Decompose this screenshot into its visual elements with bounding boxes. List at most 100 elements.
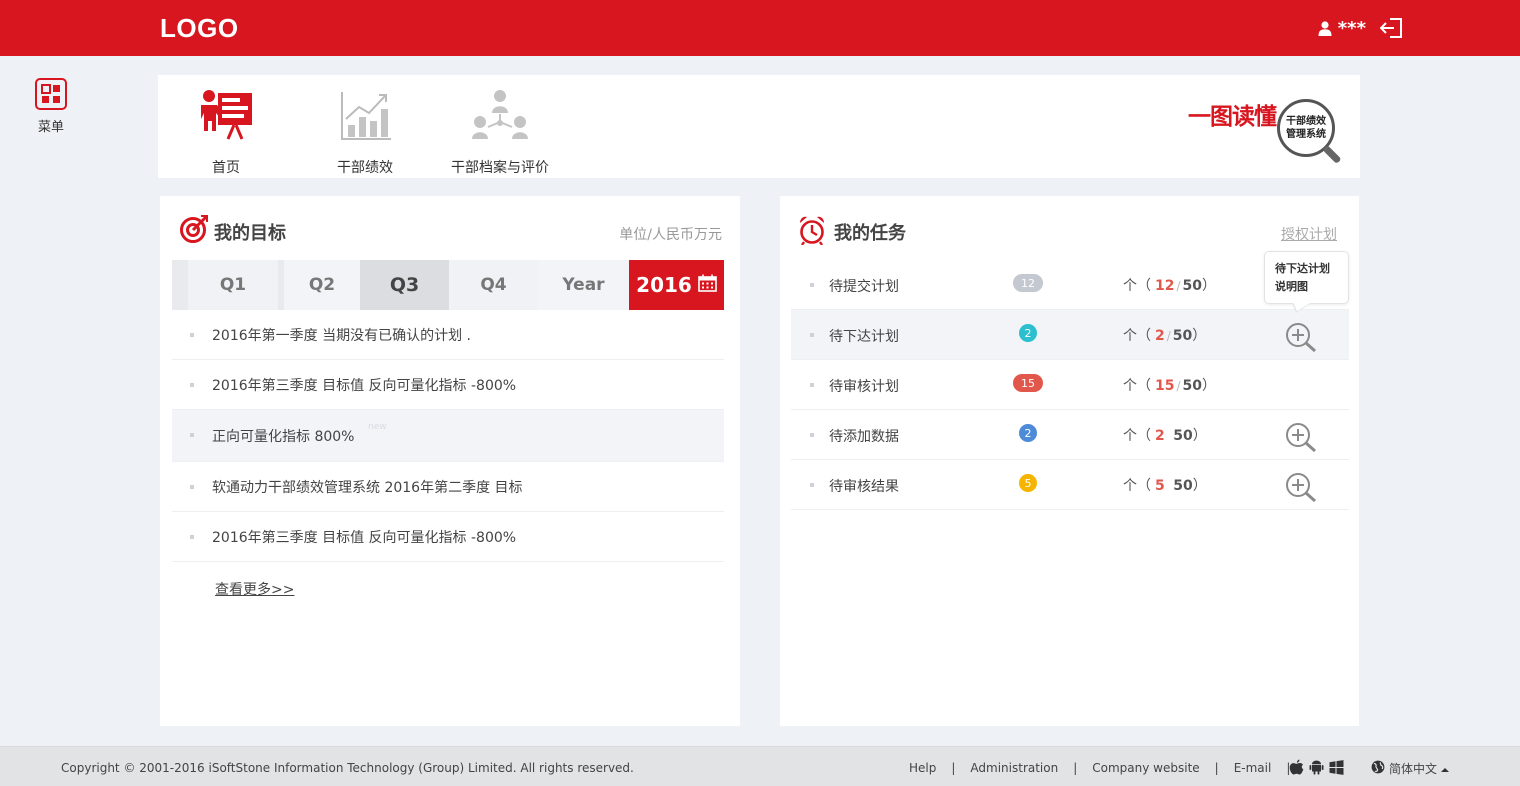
goal-item[interactable]: 软通动力干部绩效管理系统 2016年第二季度 目标 bbox=[172, 462, 724, 512]
tooltip-line-1: 待下达计划 bbox=[1275, 262, 1330, 275]
tab-q2[interactable]: Q2 bbox=[278, 260, 360, 310]
see-more-link[interactable]: 查看更多>> bbox=[215, 579, 294, 599]
nav-label-archive: 干部档案与评价 bbox=[451, 160, 549, 176]
task-count: 个（ 12/50） bbox=[1123, 275, 1216, 295]
task-name: 待下达计划 bbox=[829, 329, 899, 345]
count-total: 50 bbox=[1182, 378, 1203, 394]
language-label: 简体中文 bbox=[1389, 762, 1438, 776]
count-separator: / bbox=[1176, 279, 1181, 293]
task-badge: 2 bbox=[1019, 424, 1037, 442]
task-count: 个（ 5 50） bbox=[1123, 475, 1207, 495]
caret-up-icon bbox=[1441, 762, 1450, 776]
administration-link[interactable]: Administration bbox=[970, 761, 1058, 775]
bar-chart-icon bbox=[328, 87, 402, 145]
zoom-in-icon[interactable] bbox=[1285, 422, 1317, 456]
goal-item[interactable]: 2016年第三季度 目标值 反向可量化指标 -800% bbox=[172, 360, 724, 410]
tab-q3[interactable]: Q3 bbox=[360, 260, 449, 310]
tasks-panel: 我的任务 授权计划 待提交计划 12 个（ 12/50） 待下达计划 2 个（ 2/… bbox=[780, 196, 1359, 726]
zoom-in-icon[interactable] bbox=[1285, 472, 1317, 506]
presentation-icon bbox=[198, 87, 254, 145]
goal-item[interactable]: 正向可量化指标 800% new bbox=[172, 410, 724, 462]
goal-text: 2016年第三季度 目标值 反向可量化指标 -800% bbox=[212, 529, 517, 546]
goal-text: 软通动力干部绩效管理系统 2016年第二季度 目标 bbox=[212, 479, 523, 496]
user-area: *** bbox=[1318, 17, 1404, 39]
authorize-plan-link[interactable]: 授权计划 bbox=[1281, 224, 1337, 244]
logout-icon[interactable] bbox=[1380, 17, 1404, 39]
task-count: 个（ 15/50） bbox=[1123, 375, 1216, 395]
nav-item-archive[interactable]: 干部档案与评价 bbox=[446, 87, 554, 177]
side-menu-label: 菜单 bbox=[37, 120, 64, 135]
goal-list: 2016年第一季度 当期没有已确认的计划 . 2016年第三季度 目标值 反向可… bbox=[172, 310, 724, 562]
tab-q4[interactable]: Q4 bbox=[449, 260, 538, 310]
nav-item-home[interactable]: 首页 bbox=[198, 87, 254, 177]
task-row[interactable]: 待下达计划 2 个（ 2/50） bbox=[791, 310, 1349, 360]
count-prefix: 个（ bbox=[1123, 478, 1151, 494]
nav-item-performance[interactable]: 干部绩效 bbox=[328, 87, 402, 177]
org-chart-icon bbox=[446, 87, 554, 145]
footer-links: Help | Administration | Company website … bbox=[909, 761, 1305, 775]
magnifier-handle-icon bbox=[1322, 144, 1342, 165]
tasks-title: 我的任务 bbox=[834, 223, 906, 244]
count-total: 50 bbox=[1173, 478, 1193, 494]
user-icon bbox=[1318, 20, 1332, 36]
globe-icon bbox=[1371, 760, 1385, 777]
link-divider: | bbox=[1214, 761, 1219, 775]
goal-text: 正向可量化指标 800% bbox=[212, 428, 355, 445]
nav-label-home: 首页 bbox=[212, 160, 240, 176]
footer: Copyright © 2001-2016 iSoftStone Informa… bbox=[0, 746, 1520, 786]
count-current: 15 bbox=[1155, 378, 1175, 394]
logo[interactable]: LOGO bbox=[160, 13, 239, 44]
target-icon bbox=[178, 215, 208, 247]
user-menu[interactable]: *** bbox=[1318, 18, 1366, 39]
count-separator: / bbox=[1166, 329, 1171, 343]
task-count: 个（ 2/50） bbox=[1123, 325, 1206, 345]
year-label: 2016 bbox=[636, 273, 692, 297]
task-name: 待审核计划 bbox=[829, 379, 899, 395]
grid-menu-icon bbox=[35, 78, 67, 110]
goals-panel: 我的目标 单位/人民币万元 Q1 Q2 Q3 Q4 Year 2016 2016… bbox=[160, 196, 740, 726]
task-name: 待提交计划 bbox=[829, 279, 899, 295]
count-suffix: ） bbox=[1192, 328, 1207, 344]
lens-line-1: 干部绩效 bbox=[1286, 116, 1326, 127]
alarm-clock-icon bbox=[798, 215, 826, 249]
help-link[interactable]: Help bbox=[909, 761, 936, 775]
task-row[interactable]: 待添加数据 2 个（ 2 50） bbox=[791, 410, 1349, 460]
email-link[interactable]: E-mail bbox=[1234, 761, 1272, 775]
link-divider: | bbox=[1073, 761, 1078, 775]
count-suffix: ） bbox=[1202, 378, 1217, 394]
calendar-icon bbox=[698, 273, 717, 297]
task-badge: 12 bbox=[1013, 274, 1043, 292]
task-badge: 5 bbox=[1019, 474, 1037, 492]
task-name: 待审核结果 bbox=[829, 479, 899, 495]
tooltip-line-2: 说明图 bbox=[1275, 280, 1308, 293]
goal-text: 2016年第三季度 目标值 反向可量化指标 -800% bbox=[212, 377, 517, 394]
goal-item[interactable]: 2016年第一季度 当期没有已确认的计划 . bbox=[172, 310, 724, 360]
zoom-in-icon[interactable] bbox=[1285, 322, 1317, 356]
android-icon[interactable] bbox=[1309, 759, 1324, 778]
language-selector[interactable]: 简体中文 bbox=[1371, 760, 1450, 777]
tab-year[interactable]: Year bbox=[538, 260, 629, 310]
platform-links bbox=[1289, 759, 1344, 778]
task-row[interactable]: 待审核结果 5 个（ 5 50） bbox=[791, 460, 1349, 510]
plan-tooltip: 待下达计划 说明图 bbox=[1264, 251, 1349, 304]
count-total: 50 bbox=[1172, 328, 1193, 344]
tab-q1[interactable]: Q1 bbox=[172, 260, 278, 310]
task-badge: 2 bbox=[1019, 324, 1037, 342]
goal-item[interactable]: 2016年第三季度 目标值 反向可量化指标 -800% bbox=[172, 512, 724, 562]
windows-icon[interactable] bbox=[1329, 759, 1344, 778]
count-separator: / bbox=[1176, 379, 1181, 393]
apple-icon[interactable] bbox=[1289, 759, 1304, 778]
tasks-panel-header: 我的任务 授权计划 bbox=[798, 214, 1341, 250]
count-current: 5 bbox=[1155, 478, 1165, 494]
guide-banner[interactable]: 一图读懂 干部绩效 管理系统 bbox=[1174, 91, 1342, 171]
side-menu-button[interactable]: 菜单 bbox=[34, 78, 68, 135]
link-divider: | bbox=[951, 761, 956, 775]
task-count: 个（ 2 50） bbox=[1123, 425, 1207, 445]
top-header: LOGO *** bbox=[0, 0, 1520, 56]
task-row[interactable]: 待审核计划 15 个（ 15/50） bbox=[791, 360, 1349, 410]
company-website-link[interactable]: Company website bbox=[1092, 761, 1199, 775]
count-total: 50 bbox=[1182, 278, 1203, 294]
period-tabs: Q1 Q2 Q3 Q4 Year 2016 bbox=[172, 260, 724, 310]
lens-line-2: 管理系统 bbox=[1286, 129, 1326, 140]
year-picker-button[interactable]: 2016 bbox=[629, 260, 724, 310]
